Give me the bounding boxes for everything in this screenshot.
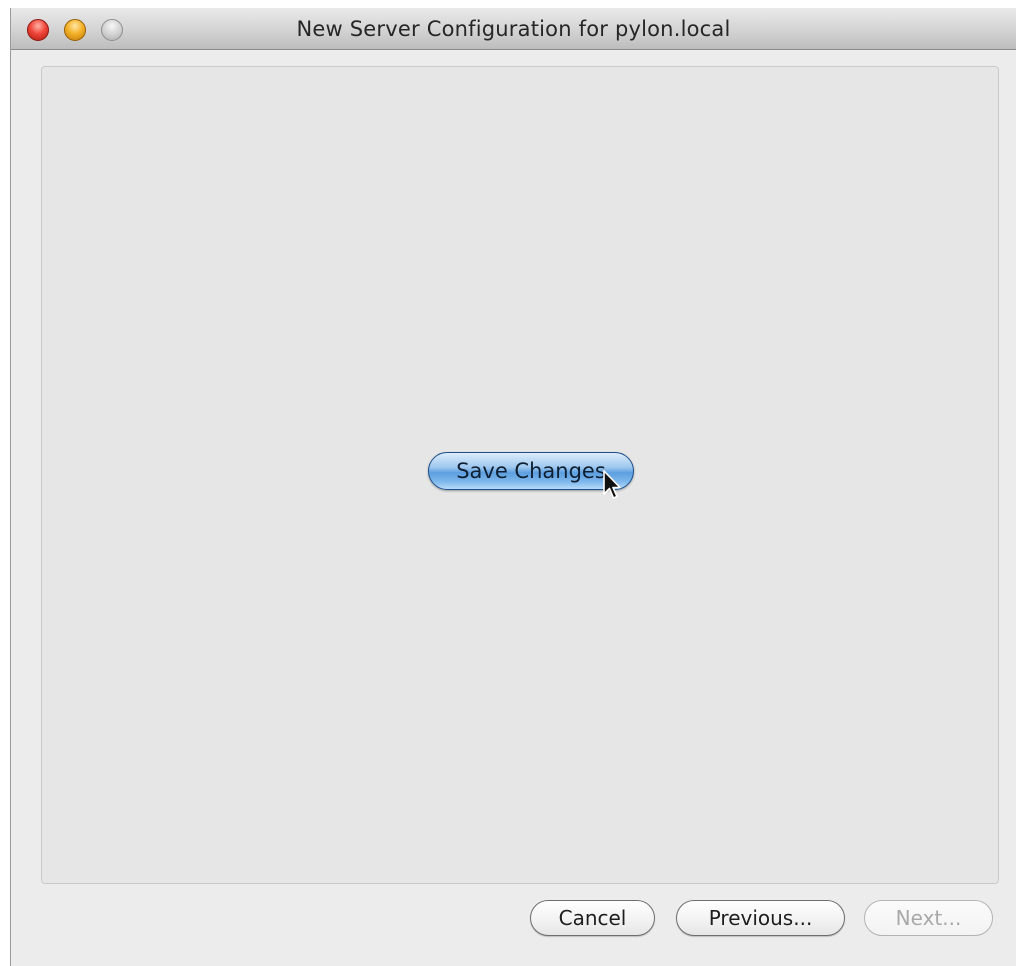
previous-button[interactable]: Previous... (676, 900, 845, 936)
next-button: Next... (864, 900, 993, 936)
content-panel: Save Changes (41, 66, 999, 884)
mouse-pointer-icon (603, 470, 621, 499)
cancel-button[interactable]: Cancel (530, 900, 655, 936)
title-bar[interactable]: New Server Configuration for pylon.local (11, 8, 1016, 50)
dialog-window: New Server Configuration for pylon.local… (10, 8, 1016, 966)
window-title: New Server Configuration for pylon.local (296, 17, 731, 41)
